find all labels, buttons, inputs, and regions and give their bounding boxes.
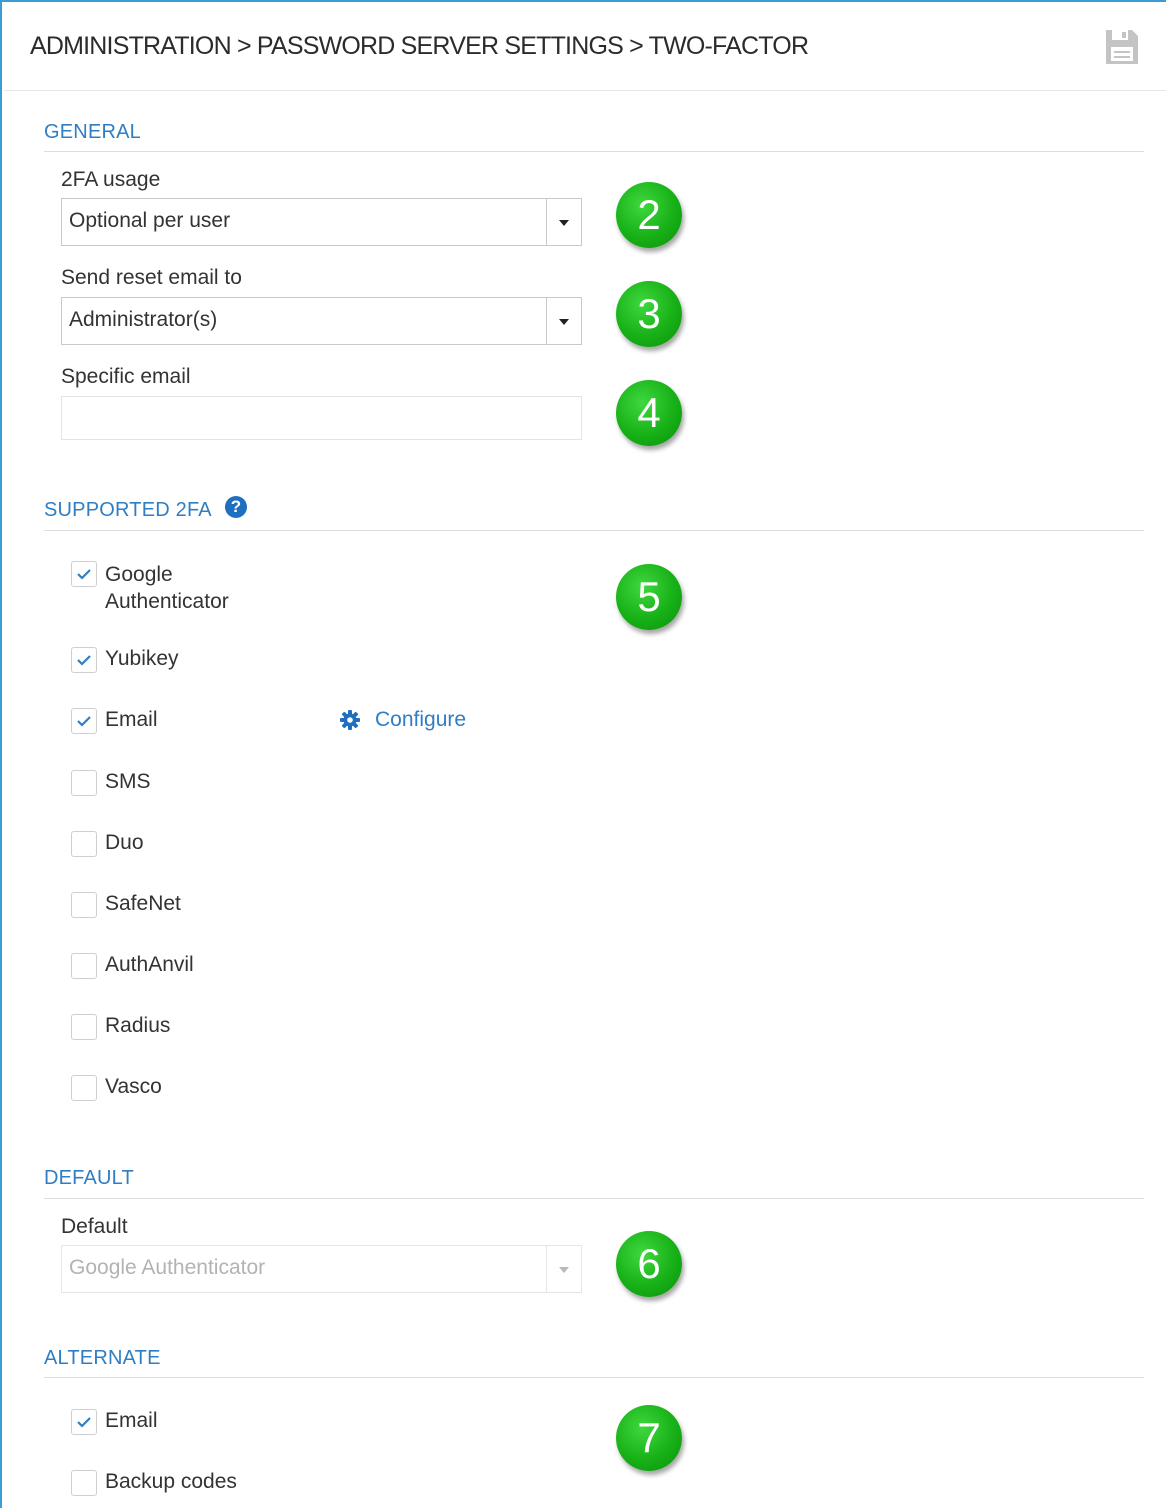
section-title-default: DEFAULT xyxy=(44,1167,134,1189)
checkbox-label: Radius xyxy=(105,1014,171,1037)
checkbox-backup-codes[interactable] xyxy=(71,1470,97,1496)
checkbox-authanvil[interactable] xyxy=(71,953,97,979)
check-icon xyxy=(77,655,91,666)
usage-label: 2FA usage xyxy=(61,168,161,191)
section-divider xyxy=(44,151,1144,152)
default-dropdown-toggle xyxy=(546,1246,581,1292)
checkbox-label: Google Authenticator xyxy=(105,563,229,613)
breadcrumb: ADMINISTRATION > PASSWORD SERVER SETTING… xyxy=(30,32,809,60)
reset-email-dropdown-toggle[interactable] xyxy=(546,298,581,344)
reset-email-label: Send reset email to xyxy=(61,266,242,289)
checkbox-email[interactable] xyxy=(71,708,97,734)
checkbox-safenet[interactable] xyxy=(71,892,97,918)
specific-email-field[interactable] xyxy=(61,396,582,440)
default-label: Default xyxy=(61,1215,128,1238)
annotation-badge-5: 5 xyxy=(616,564,682,630)
section-title-general: GENERAL xyxy=(44,121,141,143)
checkbox-label: AuthAnvil xyxy=(105,953,194,976)
usage-dropdown-toggle[interactable] xyxy=(546,199,581,245)
checkbox-alternate-email[interactable] xyxy=(71,1409,97,1435)
annotation-badge-3: 3 xyxy=(616,281,682,347)
configure-label: Configure xyxy=(375,708,467,731)
checkbox-label: Email xyxy=(105,708,158,731)
section-divider xyxy=(44,1377,1144,1378)
checkbox-label: Email xyxy=(105,1409,158,1432)
settings-panel: ADMINISTRATION > PASSWORD SERVER SETTING… xyxy=(0,0,1166,1508)
usage-select-value: Optional per user xyxy=(69,209,231,232)
chevron-down-icon xyxy=(559,220,569,226)
checkbox-duo[interactable] xyxy=(71,831,97,857)
save-icon[interactable] xyxy=(1104,28,1140,66)
check-icon xyxy=(77,716,91,727)
section-divider xyxy=(44,1198,1144,1199)
reset-email-select[interactable]: Administrator(s) xyxy=(61,297,582,345)
checkbox-label: SMS xyxy=(105,770,151,793)
annotation-badge-2: 2 xyxy=(616,182,682,248)
chevron-down-icon xyxy=(559,319,569,325)
usage-select[interactable]: Optional per user xyxy=(61,198,582,246)
annotation-badge-7: 7 xyxy=(616,1405,682,1471)
reset-email-select-value: Administrator(s) xyxy=(69,308,218,331)
default-select-value: Google Authenticator xyxy=(69,1256,266,1279)
checkbox-label: Yubikey xyxy=(105,647,179,670)
checkbox-label: SafeNet xyxy=(105,892,181,915)
checkbox-yubikey[interactable] xyxy=(71,647,97,673)
check-icon xyxy=(77,569,91,580)
section-divider xyxy=(44,530,1144,531)
default-select: Google Authenticator xyxy=(61,1245,582,1293)
checkbox-sms[interactable] xyxy=(71,770,97,796)
section-title-alternate: ALTERNATE xyxy=(44,1347,161,1369)
annotation-badge-4: 4 xyxy=(616,380,682,446)
check-icon xyxy=(77,1417,91,1428)
chevron-down-icon xyxy=(559,1267,569,1273)
help-icon[interactable]: ? xyxy=(225,496,247,518)
checkbox-radius[interactable] xyxy=(71,1014,97,1040)
specific-email-label: Specific email xyxy=(61,365,191,388)
checkbox-vasco[interactable] xyxy=(71,1075,97,1101)
checkbox-label: Duo xyxy=(105,831,144,854)
checkbox-google-authenticator[interactable] xyxy=(71,561,97,587)
checkbox-label: Backup codes xyxy=(105,1470,237,1493)
annotation-badge-6: 6 xyxy=(616,1231,682,1297)
section-title-supported-2fa: SUPPORTED 2FA xyxy=(44,499,212,521)
checkbox-label: Vasco xyxy=(105,1075,162,1098)
page-header: ADMINISTRATION > PASSWORD SERVER SETTING… xyxy=(4,4,1166,91)
gear-icon xyxy=(340,710,360,735)
